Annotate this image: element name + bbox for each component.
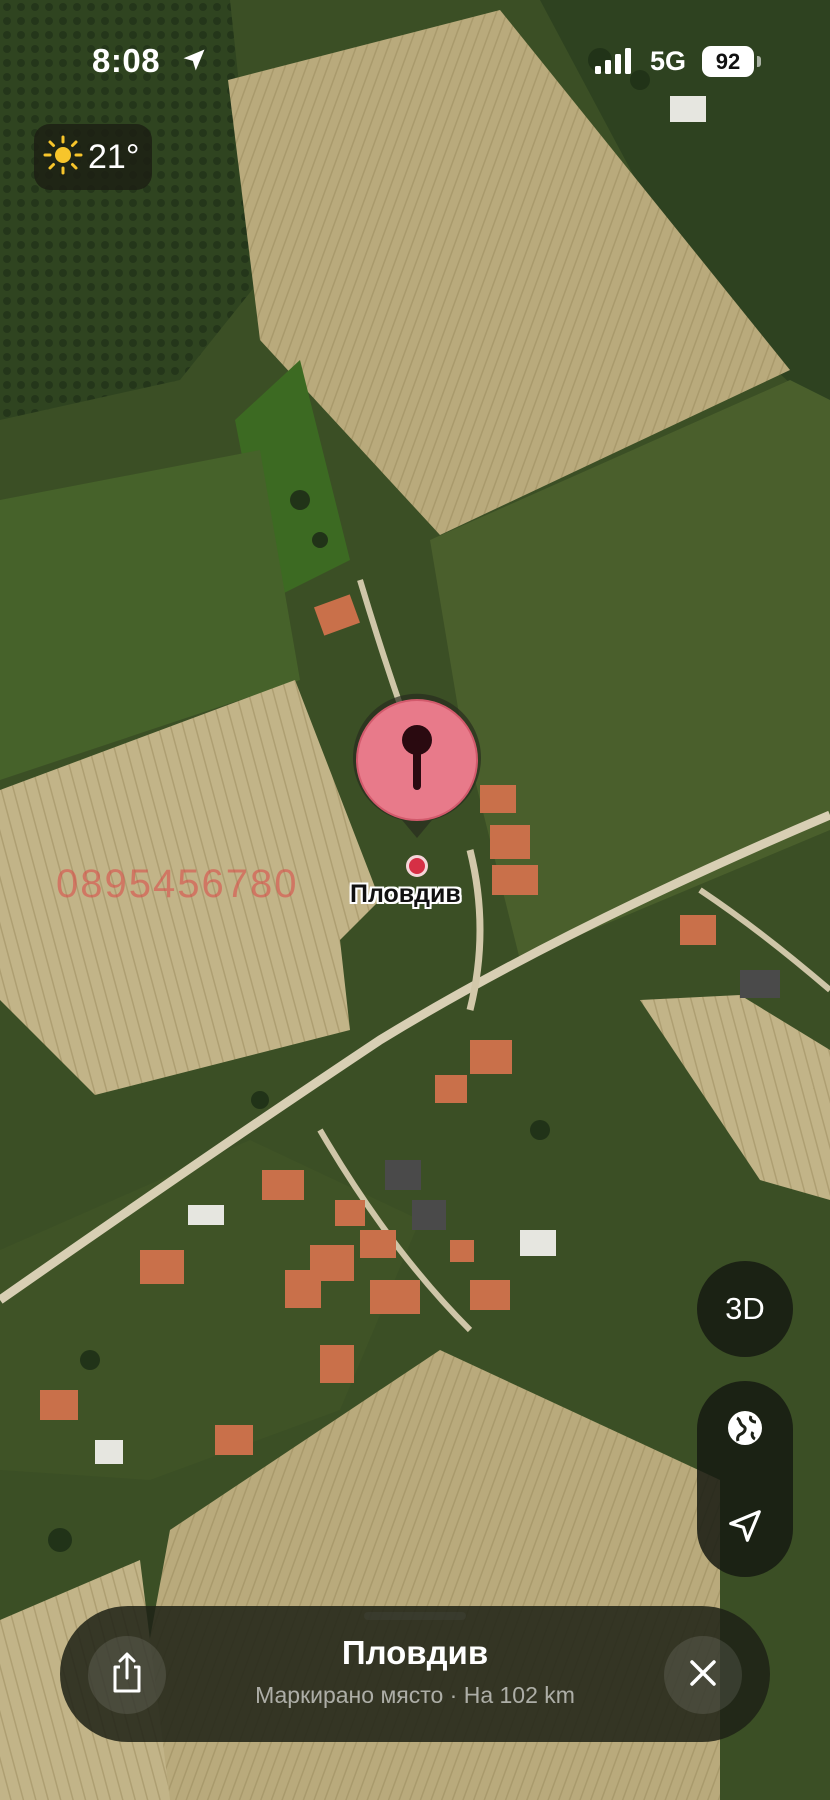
- globe-button[interactable]: [697, 1381, 793, 1479]
- location-arrow-icon: [726, 1507, 764, 1550]
- watermark-text: 0895456780: [56, 862, 299, 906]
- map-controls-group: [697, 1381, 793, 1577]
- globe-icon: [725, 1408, 765, 1453]
- signal-icon: [595, 48, 633, 79]
- place-title: Пловдив: [341, 1634, 489, 1671]
- location-arrow-icon: [180, 46, 208, 79]
- place-card[interactable]: Пловдив Маркирано място · На 102 km: [60, 1606, 770, 1742]
- pin-label: Пловдив: [350, 880, 461, 908]
- pin-location-dot: [406, 855, 428, 877]
- place-subtitle: Маркирано място · На 102 km: [255, 1682, 575, 1708]
- battery-indicator: 92: [702, 46, 754, 77]
- locate-me-button[interactable]: [697, 1479, 793, 1577]
- network-type: 5G: [650, 46, 687, 76]
- status-bar: 8:08 5G 92: [0, 0, 830, 120]
- status-time: 8:08: [92, 42, 161, 79]
- battery-tip: [757, 56, 761, 67]
- 3d-view-button[interactable]: 3D: [697, 1261, 793, 1357]
- sun-icon: [42, 134, 84, 181]
- map-pin[interactable]: [350, 690, 484, 845]
- close-button[interactable]: [664, 1636, 742, 1714]
- weather-chip[interactable]: 21°: [34, 124, 152, 190]
- close-icon: [688, 1658, 718, 1693]
- weather-temperature: 21°: [88, 137, 140, 176]
